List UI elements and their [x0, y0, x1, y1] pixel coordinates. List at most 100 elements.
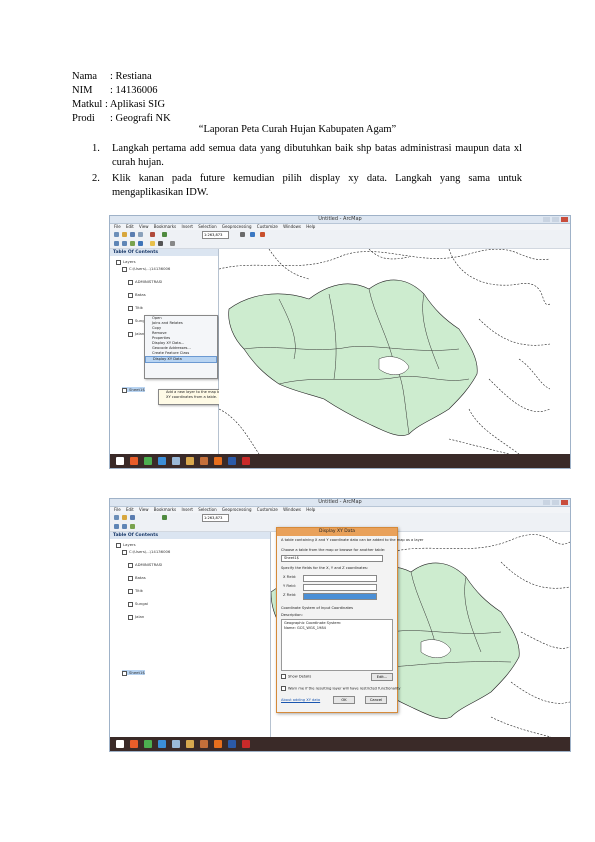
checkbox-icon[interactable] [128, 575, 133, 581]
toc-layer-selected[interactable]: Sheet1$ [122, 670, 145, 676]
scale-field[interactable]: 1:263,873 [202, 231, 229, 239]
menu-geoprocessing[interactable]: Geoprocessing [222, 224, 252, 229]
menu-view[interactable]: View [139, 224, 149, 229]
menu-edit[interactable]: Edit [126, 507, 134, 512]
toc-layer[interactable]: Batas [128, 575, 146, 581]
scale-field[interactable]: 1:263,873 [202, 514, 229, 522]
menu-help[interactable]: Help [306, 507, 315, 512]
cancel-button[interactable]: Cancel [365, 696, 387, 704]
checkbox-icon[interactable] [128, 318, 133, 324]
acrobat-icon[interactable] [242, 457, 250, 465]
zoom-in-icon[interactable] [114, 241, 119, 246]
open-icon[interactable] [122, 232, 127, 237]
toc-layer-selected[interactable]: Sheet1$ [122, 387, 145, 393]
maximize-icon[interactable] [552, 217, 559, 222]
explorer-icon[interactable] [186, 457, 194, 465]
minimize-icon[interactable] [543, 500, 550, 505]
start-icon[interactable] [116, 457, 124, 465]
open-icon[interactable] [122, 515, 127, 520]
toc-layer[interactable]: Titik [128, 588, 143, 594]
zoom-out-icon[interactable] [122, 241, 127, 246]
toc-layer[interactable]: Layers [116, 542, 136, 548]
menu-file[interactable]: File [114, 224, 121, 229]
editor-icon[interactable] [240, 232, 245, 237]
maximize-icon[interactable] [552, 500, 559, 505]
toc-layer[interactable]: Batas [128, 292, 146, 298]
checkbox-icon[interactable] [128, 305, 133, 311]
x-field-select[interactable] [303, 575, 377, 582]
ie-icon[interactable] [158, 740, 166, 748]
menu-customize[interactable]: Customize [257, 224, 278, 229]
print-icon[interactable] [138, 232, 143, 237]
menu-selection[interactable]: Selection [198, 224, 216, 229]
arctoolbox-icon[interactable] [250, 232, 255, 237]
app-icon[interactable] [130, 457, 138, 465]
arcmap-icon[interactable] [172, 457, 180, 465]
save-icon[interactable] [130, 232, 135, 237]
menu-insert[interactable]: Insert [181, 507, 192, 512]
table-select[interactable]: Sheet1$ [281, 555, 383, 562]
pan-icon[interactable] [130, 241, 135, 246]
checkbox-icon[interactable] [116, 542, 121, 548]
warn-checkbox[interactable]: Warn me if the resulting layer will have… [281, 686, 401, 692]
menu-windows[interactable]: Windows [283, 507, 301, 512]
toc-layer[interactable]: C:\Users\...\14136006 [122, 549, 170, 555]
checkbox-icon[interactable] [128, 279, 133, 285]
checkbox-icon[interactable] [128, 562, 133, 568]
map-view[interactable] [218, 248, 551, 455]
measure-icon[interactable] [170, 241, 175, 246]
select-icon[interactable] [150, 241, 155, 246]
toc-layer[interactable]: Titik [128, 305, 143, 311]
close-icon[interactable] [561, 500, 568, 505]
ie-icon[interactable] [158, 457, 166, 465]
about-xy-link[interactable]: About adding XY data [281, 698, 320, 703]
close-icon[interactable] [561, 217, 568, 222]
menu-file[interactable]: File [114, 507, 121, 512]
toc-layer[interactable]: Jalan [128, 331, 144, 337]
app-icon[interactable] [130, 740, 138, 748]
checkbox-icon[interactable] [128, 331, 133, 337]
checkbox-icon[interactable] [122, 266, 127, 272]
zoom-in-icon[interactable] [114, 524, 119, 529]
show-details-checkbox[interactable]: Show Details [281, 674, 311, 680]
checkbox-icon[interactable] [116, 259, 121, 265]
firefox-icon[interactable] [214, 457, 222, 465]
explorer-icon[interactable] [186, 740, 194, 748]
full-extent-icon[interactable] [138, 241, 143, 246]
acrobat-icon[interactable] [242, 740, 250, 748]
new-icon[interactable] [114, 515, 119, 520]
z-field-select[interactable] [303, 593, 377, 600]
app-icon[interactable] [144, 457, 152, 465]
pan-icon[interactable] [130, 524, 135, 529]
menu-customize[interactable]: Customize [257, 507, 278, 512]
menu-bookmarks[interactable]: Bookmarks [154, 224, 176, 229]
start-icon[interactable] [116, 740, 124, 748]
minimize-icon[interactable] [543, 217, 550, 222]
toc-layer[interactable]: Layers [116, 259, 136, 265]
menu-selection[interactable]: Selection [198, 507, 216, 512]
add-data-icon[interactable] [162, 232, 167, 237]
menu-windows[interactable]: Windows [283, 224, 301, 229]
arcmap-icon[interactable] [172, 740, 180, 748]
menu-bookmarks[interactable]: Bookmarks [154, 507, 176, 512]
checkbox-icon[interactable] [128, 601, 133, 607]
delete-icon[interactable] [150, 232, 155, 237]
checkbox-icon[interactable] [128, 588, 133, 594]
word-icon[interactable] [228, 457, 236, 465]
menu-view[interactable]: View [139, 507, 149, 512]
menu-insert[interactable]: Insert [181, 224, 192, 229]
add-data-icon[interactable] [162, 515, 167, 520]
word-icon[interactable] [228, 740, 236, 748]
toc-layer[interactable]: Sungai [128, 601, 148, 607]
menu-help[interactable]: Help [306, 224, 315, 229]
toc-layer[interactable]: ADMINISTRASI [128, 279, 162, 285]
ok-button[interactable]: OK [333, 696, 355, 704]
menu-item-display-xy-highlight[interactable]: Display XY Data [145, 356, 217, 363]
app-icon[interactable] [200, 457, 208, 465]
checkbox-icon[interactable] [128, 292, 133, 298]
catalog-icon[interactable] [260, 232, 265, 237]
app-icon[interactable] [200, 740, 208, 748]
toc-layer[interactable]: Jalan [128, 614, 144, 620]
identify-icon[interactable] [158, 241, 163, 246]
edit-button[interactable]: Edit... [371, 673, 393, 681]
